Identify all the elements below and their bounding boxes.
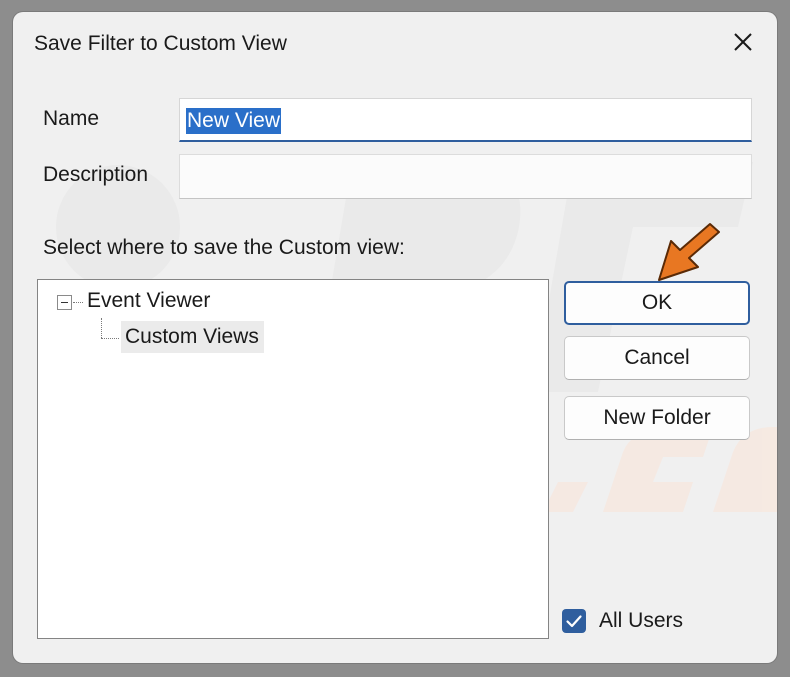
- cancel-button[interactable]: Cancel: [564, 336, 750, 380]
- name-input[interactable]: New View: [179, 98, 752, 142]
- save-location-label: Select where to save the Custom view:: [43, 236, 405, 259]
- description-input[interactable]: [179, 154, 752, 199]
- dialog-title: Save Filter to Custom View: [34, 32, 287, 55]
- tree-connector: [101, 318, 102, 338]
- all-users-checkbox[interactable]: [562, 609, 586, 633]
- tree-node-custom-views[interactable]: Custom Views: [121, 321, 264, 353]
- tree-connector: [101, 338, 119, 339]
- close-button[interactable]: [725, 26, 761, 60]
- new-folder-button[interactable]: New Folder: [564, 396, 750, 440]
- arrow-pointer-icon: [658, 223, 720, 281]
- tree-node-event-viewer[interactable]: Event Viewer: [87, 289, 210, 313]
- name-label: Name: [43, 107, 100, 130]
- tree-connector: [73, 302, 83, 303]
- close-icon: [734, 33, 752, 51]
- folder-tree[interactable]: Event Viewer Custom Views: [37, 279, 549, 639]
- checkmark-icon: [566, 615, 582, 628]
- all-users-label: All Users: [599, 609, 684, 632]
- name-input-value: New View: [186, 108, 281, 134]
- description-label: Description: [43, 163, 149, 186]
- collapse-minus-icon[interactable]: [57, 295, 72, 310]
- save-filter-dialog: Save Filter to Custom View Name New View…: [13, 12, 777, 663]
